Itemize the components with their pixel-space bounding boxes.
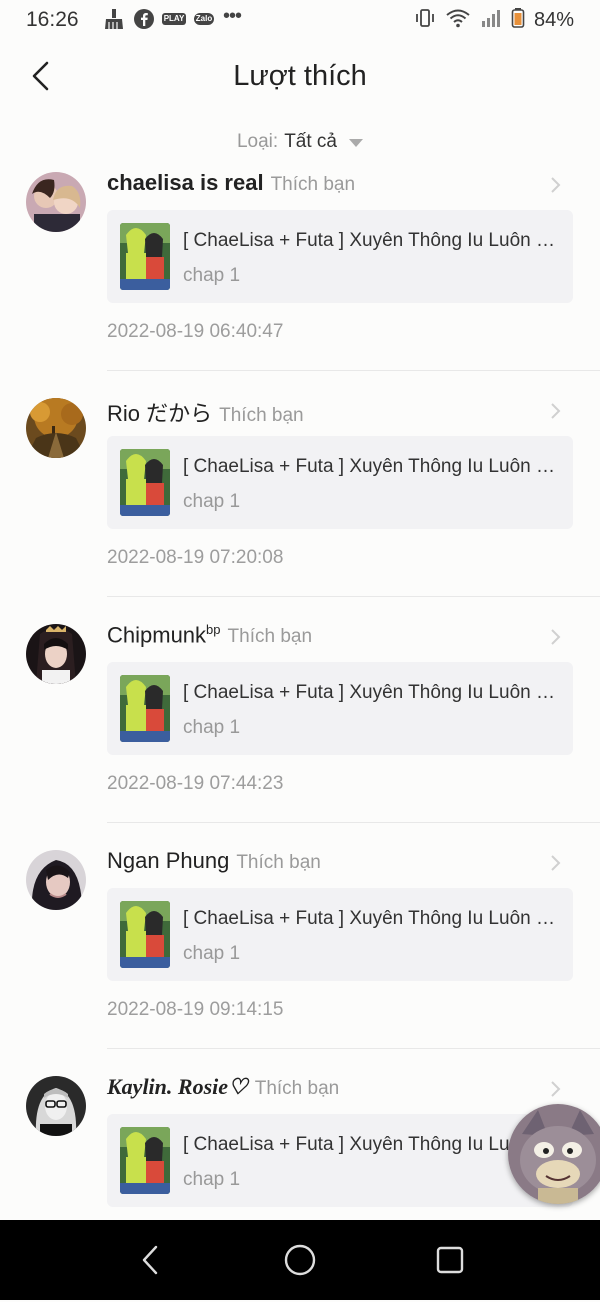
like-action-text: Thích bạn bbox=[236, 852, 321, 873]
like-notification[interactable]: chaelisa is real Thích bạn [ ChaeLisa + … bbox=[0, 170, 600, 398]
chevron-right-icon bbox=[551, 1081, 561, 1097]
filter-value: Tất cả bbox=[284, 131, 337, 152]
like-action-text: Thích bạn bbox=[270, 174, 356, 195]
chapter-label: chap 1 bbox=[183, 943, 241, 964]
status-time: 16:26 bbox=[26, 8, 79, 31]
status-bar: 16:26 PLAY Zalo ••• 84% bbox=[0, 0, 600, 40]
timestamp: 2022-08-19 09:14:15 bbox=[107, 999, 284, 1020]
timestamp: 2022-08-19 06:40:47 bbox=[107, 321, 284, 342]
battery-percent: 84% bbox=[533, 9, 574, 31]
name-row: Rio だから Thích bạn bbox=[107, 396, 304, 428]
timestamp: 2022-08-19 07:20:08 bbox=[107, 547, 284, 568]
avatar[interactable] bbox=[26, 850, 86, 910]
avatar[interactable] bbox=[26, 398, 86, 458]
nav-home-button[interactable] bbox=[280, 1240, 320, 1280]
story-thumbnail bbox=[120, 675, 170, 742]
chevron-right-icon bbox=[551, 403, 561, 419]
name-row: chaelisa is real Thích bạn bbox=[107, 170, 355, 196]
story-card[interactable]: [ ChaeLisa + Futa ] Xuyên Thông Iu Luôn … bbox=[107, 888, 573, 981]
more-notifications-icon: ••• bbox=[223, 4, 242, 27]
nav-recents-icon bbox=[436, 1246, 464, 1274]
timestamp: 2022-08-19 07:44:23 bbox=[107, 773, 284, 794]
like-action-text: Thích bạn bbox=[254, 1078, 340, 1099]
avatar[interactable] bbox=[26, 624, 86, 684]
like-notification[interactable]: Chipmunkbp Thích bạn [ ChaeLisa + Futa ]… bbox=[0, 622, 600, 850]
like-action-text: Thích bạn bbox=[219, 405, 304, 426]
caret-down-icon bbox=[349, 139, 363, 147]
zalo-icon: Zalo bbox=[193, 13, 215, 25]
like-notification[interactable]: Ngan Phung Thích bạn [ ChaeLisa + Futa ]… bbox=[0, 848, 600, 1076]
signal-icon bbox=[480, 7, 502, 34]
user-name[interactable]: Chipmunkbp bbox=[107, 622, 221, 648]
chapter-label: chap 1 bbox=[183, 717, 241, 738]
like-notification[interactable]: Rio だから Thích bạn [ ChaeLisa + Futa ] Xu… bbox=[0, 398, 600, 624]
user-name-superscript: bp bbox=[206, 622, 221, 637]
divider bbox=[107, 1048, 600, 1049]
name-row: Kaylin. Rosie♡ Thích bạn bbox=[107, 1074, 339, 1100]
chevron-right-icon bbox=[551, 629, 561, 645]
story-thumbnail bbox=[120, 901, 170, 968]
nav-home-icon bbox=[284, 1244, 316, 1276]
facebook-icon bbox=[133, 8, 155, 30]
story-title: [ ChaeLisa + Futa ] Xuyên Thông Iu Luôn … bbox=[183, 1134, 563, 1155]
play-together-icon: PLAY bbox=[161, 13, 187, 25]
nav-back-icon bbox=[142, 1245, 158, 1275]
notification-icons: PLAY Zalo ••• bbox=[103, 4, 242, 30]
name-row: Ngan Phung Thích bạn bbox=[107, 848, 321, 874]
wifi-icon bbox=[445, 7, 471, 34]
vibrate-icon bbox=[414, 7, 436, 34]
story-thumbnail bbox=[120, 223, 170, 290]
cat-face-icon bbox=[508, 1104, 600, 1204]
story-card[interactable]: [ ChaeLisa + Futa ] Xuyên Thông Iu Luôn … bbox=[107, 436, 573, 529]
nav-recents-button[interactable] bbox=[430, 1240, 470, 1280]
system-icons: 84% bbox=[414, 7, 574, 34]
user-name[interactable]: Rio だから bbox=[107, 396, 212, 428]
page-title: Lượt thích bbox=[233, 60, 367, 92]
story-title: [ ChaeLisa + Futa ] Xuyên Thông Iu Luôn … bbox=[183, 908, 563, 929]
chapter-label: chap 1 bbox=[183, 1169, 241, 1190]
chapter-label: chap 1 bbox=[183, 265, 241, 286]
user-name[interactable]: Ngan Phung bbox=[107, 848, 229, 874]
story-card[interactable]: [ ChaeLisa + Futa ] Xuyên Thông Iu Luôn … bbox=[107, 1114, 573, 1207]
broom-icon bbox=[103, 8, 125, 30]
name-row: Chipmunkbp Thích bạn bbox=[107, 622, 312, 648]
user-name[interactable]: Kaylin. Rosie♡ bbox=[107, 1074, 248, 1100]
story-title: [ ChaeLisa + Futa ] Xuyên Thông Iu Luôn … bbox=[183, 230, 563, 251]
battery-icon bbox=[511, 7, 525, 34]
story-thumbnail bbox=[120, 449, 170, 516]
divider bbox=[107, 822, 600, 823]
user-name[interactable]: chaelisa is real bbox=[107, 170, 264, 196]
like-action-text: Thích bạn bbox=[227, 626, 313, 648]
story-card[interactable]: [ ChaeLisa + Futa ] Xuyên Thông Iu Luôn … bbox=[107, 210, 573, 303]
story-thumbnail bbox=[120, 1127, 170, 1194]
filter-label: Loại: bbox=[236, 131, 279, 152]
avatar[interactable] bbox=[26, 172, 86, 232]
nav-back-button[interactable] bbox=[130, 1240, 170, 1280]
story-title: [ ChaeLisa + Futa ] Xuyên Thông Iu Luôn … bbox=[183, 682, 563, 703]
floating-sticker-bubble[interactable] bbox=[508, 1104, 600, 1204]
story-card[interactable]: [ ChaeLisa + Futa ] Xuyên Thông Iu Luôn … bbox=[107, 662, 573, 755]
type-filter-dropdown[interactable]: Loại: Tất cả bbox=[0, 131, 600, 153]
chevron-right-icon bbox=[551, 177, 561, 193]
story-title: [ ChaeLisa + Futa ] Xuyên Thông Iu Luôn … bbox=[183, 456, 563, 477]
divider bbox=[107, 596, 600, 597]
system-nav-bar bbox=[0, 1220, 600, 1300]
chapter-label: chap 1 bbox=[183, 491, 241, 512]
chevron-right-icon bbox=[551, 855, 561, 871]
avatar[interactable] bbox=[26, 1076, 86, 1136]
divider bbox=[107, 370, 600, 371]
